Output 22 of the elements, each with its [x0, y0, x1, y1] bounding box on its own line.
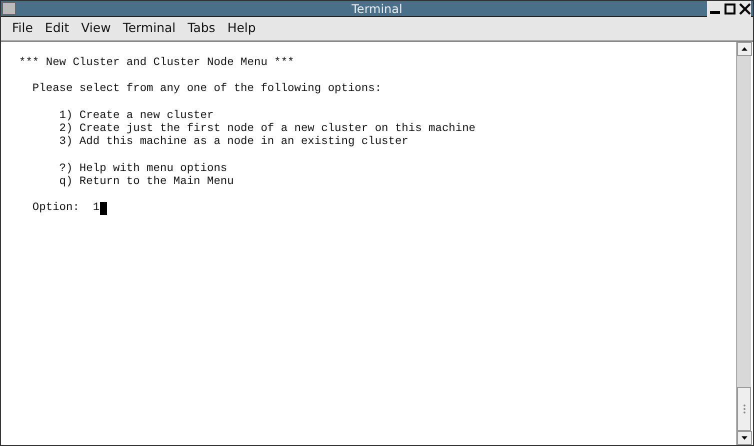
terminal-line: 3) Add this machine as a node in an existing cluster [58, 136, 408, 150]
menu-item[interactable]: Edit [40, 22, 74, 35]
maximize-icon[interactable] [724, 3, 736, 15]
menu-item[interactable]: File [7, 22, 38, 35]
scroll-thumb[interactable] [737, 387, 751, 431]
menu-item[interactable]: View [76, 22, 116, 35]
window-title: Terminal [352, 2, 402, 14]
terminal-line: Please select from any one of the following options: [31, 83, 382, 97]
terminal-line: *** New Cluster and Cluster Node Menu *** [19, 57, 294, 70]
terminal-line: 1) Create a new cluster [58, 110, 214, 122]
terminal-line: ?) Help with menu options [58, 162, 228, 176]
terminal-line: q) Return to the Main Menu [58, 176, 234, 189]
terminal-line: 2) Create just the first node of a new cluster on this machine [58, 122, 476, 136]
menu-item[interactable]: Tabs [182, 22, 220, 35]
terminal-line: Option: 1 [31, 202, 100, 216]
scroll-up-icon[interactable] [737, 42, 752, 56]
menu-item[interactable]: Terminal [118, 22, 181, 35]
scroll-down-icon[interactable] [737, 431, 752, 445]
scrollbar[interactable] [736, 42, 751, 445]
menu-item[interactable]: Help [222, 22, 261, 35]
close-icon[interactable] [739, 3, 751, 15]
window-menu-icon[interactable] [2, 2, 16, 15]
